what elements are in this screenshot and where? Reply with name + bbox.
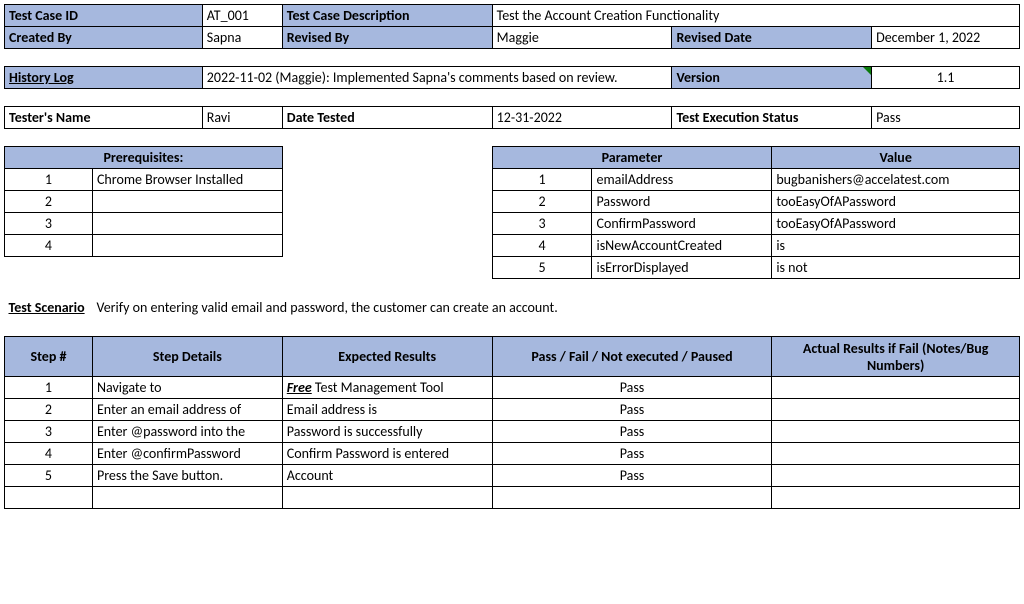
actual-header: Actual Results if Fail (Notes/Bug Number… [772, 337, 1020, 377]
param-num: 3 [492, 213, 592, 235]
desc-cell[interactable]: Test the Account Creation Functionality [492, 5, 1019, 27]
prereq-num: 2 [5, 191, 93, 213]
step-details-cell[interactable]: Enter an email address of [92, 399, 282, 421]
empty-cell[interactable] [92, 487, 282, 509]
actual-cell[interactable] [772, 443, 1020, 465]
step-details-cell[interactable]: Navigate to [92, 377, 282, 399]
empty-cell[interactable] [772, 487, 1020, 509]
value-header: Value [772, 147, 1020, 169]
prereq-num: 1 [5, 169, 93, 191]
scenario-cell[interactable]: Verify on entering valid email and passw… [92, 297, 1019, 319]
step-num: 1 [5, 377, 93, 399]
prereq-num: 4 [5, 235, 93, 257]
empty-cell[interactable] [282, 487, 492, 509]
param-value-cell[interactable]: tooEasyOfAPassword [772, 213, 1020, 235]
exec-status-cell[interactable]: Pass [872, 107, 1020, 129]
parameter-header: Parameter [492, 147, 772, 169]
revised-by-cell[interactable]: Maggie [492, 27, 672, 49]
version-label: Version [672, 67, 872, 89]
step-details-header: Step Details [92, 337, 282, 377]
test-case-id-label: Test Case ID [5, 5, 203, 27]
step-num: 4 [5, 443, 93, 465]
date-tested-label: Date Tested [282, 107, 492, 129]
created-by-cell[interactable]: Sapna [202, 27, 282, 49]
prereq-cell[interactable] [92, 191, 282, 213]
empty-cell[interactable] [5, 487, 93, 509]
param-name-cell[interactable]: Password [592, 191, 772, 213]
actual-cell[interactable] [772, 465, 1020, 487]
passfail-cell[interactable]: Pass [492, 421, 772, 443]
empty-cell[interactable] [492, 487, 772, 509]
expected-cell[interactable]: Password is successfully [282, 421, 492, 443]
version-cell[interactable]: 1.1 [872, 67, 1020, 89]
test-case-spreadsheet: Test Case ID AT_001 Test Case Descriptio… [4, 4, 1020, 509]
step-num: 2 [5, 399, 93, 421]
tester-name-label: Tester's Name [5, 107, 203, 129]
scenario-label: Test Scenario [5, 297, 93, 319]
passfail-cell[interactable]: Pass [492, 399, 772, 421]
history-cell[interactable]: 2022-11-02 (Maggie): Implemented Sapna's… [202, 67, 672, 89]
prereq-cell[interactable]: Chrome Browser Installed [92, 169, 282, 191]
exec-status-label: Test Execution Status [672, 107, 872, 129]
prereq-cell[interactable] [92, 213, 282, 235]
test-case-id-cell[interactable]: AT_001 [202, 5, 282, 27]
date-tested-cell[interactable]: 12-31-2022 [492, 107, 672, 129]
prereq-cell[interactable] [92, 235, 282, 257]
prereq-header: Prerequisites: [5, 147, 283, 169]
param-value-cell[interactable]: tooEasyOfAPassword [772, 191, 1020, 213]
step-details-cell[interactable]: Enter @confirmPassword [92, 443, 282, 465]
step-details-cell[interactable]: Enter @password into the [92, 421, 282, 443]
tester-name-cell[interactable]: Ravi [202, 107, 282, 129]
param-name-cell[interactable]: isNewAccountCreated [592, 235, 772, 257]
actual-cell[interactable] [772, 421, 1020, 443]
history-label: History Log [5, 67, 203, 89]
expected-cell[interactable]: Account [282, 465, 492, 487]
revised-date-cell[interactable]: December 1, 2022 [872, 27, 1020, 49]
passfail-header: Pass / Fail / Not executed / Paused [492, 337, 772, 377]
param-name-cell[interactable]: ConfirmPassword [592, 213, 772, 235]
param-num: 1 [492, 169, 592, 191]
expected-cell[interactable]: Email address is [282, 399, 492, 421]
passfail-cell[interactable]: Pass [492, 465, 772, 487]
param-num: 2 [492, 191, 592, 213]
actual-cell[interactable] [772, 399, 1020, 421]
param-num: 4 [492, 235, 592, 257]
created-by-label: Created By [5, 27, 203, 49]
step-num: 5 [5, 465, 93, 487]
passfail-cell[interactable]: Pass [492, 443, 772, 465]
param-name-cell[interactable]: emailAddress [592, 169, 772, 191]
step-details-cell[interactable]: Press the Save button. [92, 465, 282, 487]
step-num: 3 [5, 421, 93, 443]
expected-header: Expected Results [282, 337, 492, 377]
expected-cell[interactable]: Confirm Password is entered [282, 443, 492, 465]
param-value-cell[interactable]: bugbanishers@accelatest.com [772, 169, 1020, 191]
revised-date-label: Revised Date [672, 27, 872, 49]
prereq-num: 3 [5, 213, 93, 235]
expected-cell[interactable]: Free Test Management Tool [282, 377, 492, 399]
param-name-cell[interactable]: isErrorDisplayed [592, 257, 772, 279]
param-value-cell[interactable]: is [772, 235, 1020, 257]
actual-cell[interactable] [772, 377, 1020, 399]
revised-by-label: Revised By [282, 27, 492, 49]
passfail-cell[interactable]: Pass [492, 377, 772, 399]
desc-label: Test Case Description [282, 5, 492, 27]
step-num-header: Step # [5, 337, 93, 377]
param-num: 5 [492, 257, 592, 279]
param-value-cell[interactable]: is not [772, 257, 1020, 279]
